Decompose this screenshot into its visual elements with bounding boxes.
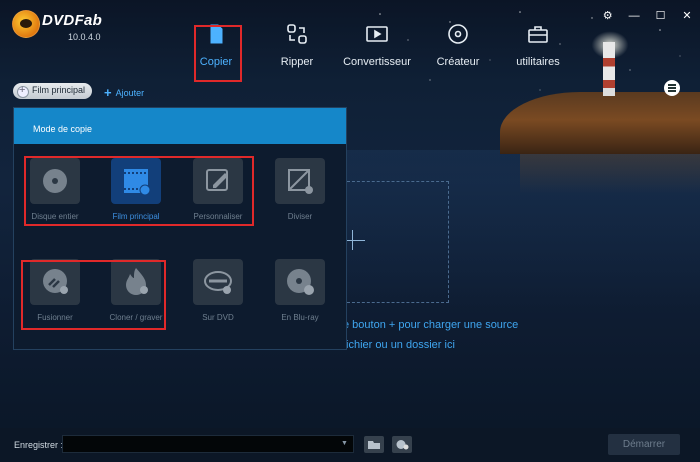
- nav-ripper-label: Ripper: [280, 56, 314, 68]
- nav-ripper[interactable]: Ripper: [257, 22, 337, 78]
- copy-mode-header: Mode de copie: [14, 108, 346, 144]
- island-scenery: [500, 92, 700, 194]
- nav-createur[interactable]: Créateur: [418, 22, 498, 78]
- mode-add-icon: [17, 84, 29, 98]
- copy-mode-title: Mode de copie: [33, 124, 93, 134]
- mode-selector[interactable]: Film principal: [13, 83, 92, 99]
- add-source-label: Ajouter: [115, 88, 145, 98]
- ripper-icon: [285, 22, 309, 46]
- dvdfab-window: DVDFab 10.0.4.0 ⚙ — ☐ ✕ Copier Ripper Co…: [0, 0, 700, 462]
- iso-button[interactable]: [392, 436, 412, 453]
- bottom-bar: Enregistrer : ▼ Démarrer: [0, 428, 700, 462]
- save-path-input[interactable]: [62, 435, 354, 453]
- drop-plus-icon[interactable]: [347, 240, 365, 241]
- disc-save-icon: [396, 440, 409, 450]
- highlight-row-2: [21, 260, 166, 330]
- source-hint-line1: e bouton + pour charger une source: [343, 319, 519, 331]
- dvdfab-logo: DVDFab 10.0.4.0: [12, 8, 132, 44]
- mode-selector-label: Film principal: [32, 85, 86, 95]
- settings-icon[interactable]: ⚙: [601, 9, 615, 23]
- start-button[interactable]: Démarrer: [608, 434, 680, 455]
- nav-convertisseur-label: Convertisseur: [343, 56, 411, 68]
- toolbox-icon: [526, 22, 550, 46]
- nav-utilitaires-label: utilitaires: [516, 56, 560, 68]
- drop-plus-icon-vertical: [352, 230, 353, 250]
- mode-diviser-label: Diviser: [287, 212, 313, 221]
- highlight-row-1: [24, 156, 254, 226]
- mode-diviser[interactable]: Diviser: [260, 158, 340, 228]
- lighthouse-image: [603, 42, 615, 96]
- maximize-icon[interactable]: ☐: [654, 9, 668, 23]
- app-name: DVDFab: [42, 12, 103, 29]
- plus-icon: +: [104, 85, 112, 100]
- nav-createur-label: Créateur: [436, 56, 480, 68]
- mode-en-bluray-label: En Blu-ray: [281, 313, 319, 322]
- bluray-icon: [193, 259, 243, 305]
- film-convert-icon: [365, 22, 389, 46]
- disc-create-icon: [446, 22, 470, 46]
- window-controls: ⚙ — ☐ ✕: [593, 6, 694, 23]
- disc-convert-icon: [275, 259, 325, 305]
- close-icon[interactable]: ✕: [680, 9, 694, 23]
- add-source-button[interactable]: + Ajouter: [104, 85, 144, 100]
- save-label: Enregistrer :: [14, 440, 64, 450]
- nav-utilitaires[interactable]: utilitaires: [498, 22, 578, 78]
- folder-icon: [368, 441, 380, 449]
- dvdfab-logo-icon: [12, 10, 40, 38]
- menu-icon[interactable]: [664, 80, 680, 96]
- mode-sur-dvd-label: Sur DVD: [202, 313, 234, 322]
- chevron-down-icon[interactable]: ▼: [341, 440, 348, 447]
- mode-en-bluray[interactable]: En Blu-ray: [260, 259, 340, 329]
- highlight-copier: [194, 25, 242, 82]
- source-hint-line2: fichier ou un dossier ici: [343, 339, 455, 351]
- app-version: 10.0.4.0: [68, 32, 101, 42]
- mode-sur-dvd[interactable]: Sur DVD: [178, 259, 258, 329]
- split-icon: [275, 158, 325, 204]
- folder-button[interactable]: [364, 436, 384, 453]
- drop-zone[interactable]: [347, 181, 449, 303]
- minimize-icon[interactable]: —: [627, 9, 641, 23]
- nav-convertisseur[interactable]: Convertisseur: [337, 22, 417, 78]
